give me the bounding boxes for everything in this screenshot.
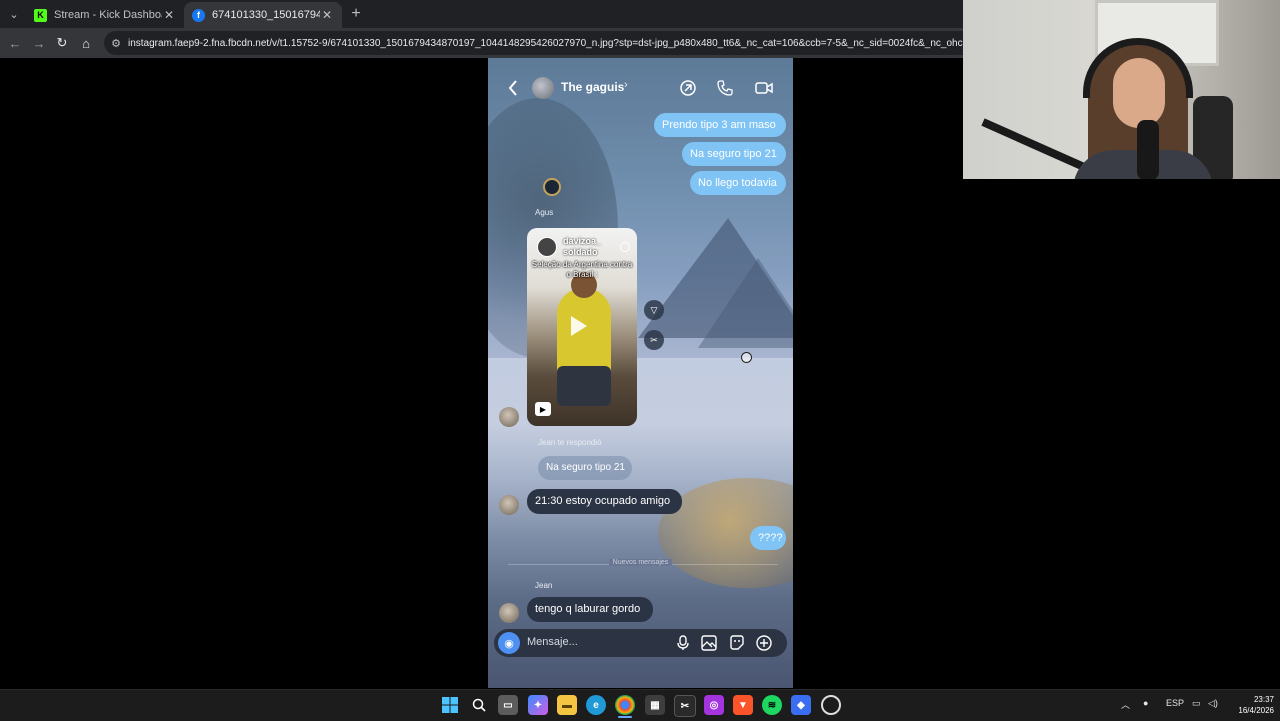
- active-app-indicator: [618, 716, 632, 718]
- microphone-icon[interactable]: ●: [1143, 698, 1148, 708]
- message-composer: ◉ Mensaje...: [494, 629, 787, 657]
- more-options-icon: [620, 242, 630, 252]
- camera-icon[interactable]: ◉: [498, 632, 520, 654]
- edge-icon[interactable]: e: [586, 695, 606, 715]
- outgoing-message[interactable]: ????: [750, 526, 786, 550]
- new-tab-button[interactable]: +: [346, 4, 366, 24]
- tab-image[interactable]: f 674101330_150167943487019 ✕: [184, 2, 342, 28]
- close-icon[interactable]: ✕: [320, 8, 334, 22]
- clock-date: 16/4/2026: [1238, 706, 1274, 715]
- tab-title: Stream - Kick Dashboard: [54, 9, 162, 21]
- file-explorer-icon[interactable]: ▬: [557, 695, 577, 715]
- reel-icon: ▶: [535, 402, 551, 416]
- outgoing-message[interactable]: Na seguro tipo 21: [682, 142, 786, 166]
- browser-toolbar: ← → ↻ ⌂ ⚙ instagram.faep9-2.fna.fbcdn.ne…: [0, 28, 963, 58]
- zoom-cursor-icon: [741, 352, 752, 363]
- tab-kick-dashboard[interactable]: K Stream - Kick Dashboard ✕: [26, 2, 184, 28]
- clock-time: 23:37: [1253, 695, 1274, 704]
- copilot-icon[interactable]: ✦: [528, 695, 548, 715]
- forward-arrow-icon[interactable]: →: [29, 33, 49, 53]
- outgoing-message[interactable]: Prendo tipo 3 am maso: [654, 113, 786, 137]
- microphone: [1137, 120, 1159, 179]
- kick-icon: K: [34, 8, 47, 22]
- webcam-overlay: [963, 0, 1280, 179]
- video-call-icon[interactable]: [751, 74, 777, 102]
- mic-arm: [981, 118, 1095, 175]
- incoming-message[interactable]: tengo q laburar gordo: [527, 597, 653, 622]
- background-art: [543, 178, 561, 196]
- message-input[interactable]: Mensaje...: [527, 636, 578, 648]
- obs-icon[interactable]: [821, 695, 841, 715]
- sender-name: Jean: [535, 581, 553, 590]
- spotify-icon[interactable]: ≋: [762, 695, 782, 715]
- sender-name: Agus: [535, 208, 554, 217]
- microphone-icon[interactable]: [672, 632, 694, 654]
- task-view-icon[interactable]: ▭: [498, 695, 518, 715]
- clock[interactable]: 23:37 16/4/2026: [1222, 694, 1274, 716]
- avatar: [499, 407, 519, 427]
- site-info-icon[interactable]: ⚙: [104, 37, 128, 50]
- outgoing-message[interactable]: No llego todavia: [690, 171, 786, 195]
- new-messages-label: Nuevos mensajes: [488, 559, 793, 566]
- shared-reel[interactable]: davizoa_ soldado Seleção da Argentina co…: [527, 228, 637, 426]
- avatar: [499, 495, 519, 515]
- instagram-dm-screenshot: The gaguis › Prendo tipo 3 am maso Na se…: [488, 58, 793, 688]
- play-icon[interactable]: [571, 316, 587, 336]
- volume-icon[interactable]: ◁): [1208, 698, 1218, 709]
- app-icon[interactable]: ◆: [791, 695, 811, 715]
- back-chevron-icon[interactable]: [500, 74, 526, 102]
- facebook-icon: f: [192, 8, 205, 22]
- tab-search-chevron-icon[interactable]: ⌄: [4, 4, 24, 24]
- windows-start-icon[interactable]: [440, 695, 460, 715]
- avatar[interactable]: [532, 77, 554, 99]
- search-icon[interactable]: [469, 695, 489, 715]
- remix-icon[interactable]: ✂: [644, 330, 664, 350]
- background-art: [698, 258, 793, 348]
- browser-tabstrip: ⌄ K Stream - Kick Dashboard ✕ f 67410133…: [0, 0, 963, 28]
- close-icon[interactable]: ✕: [162, 8, 176, 22]
- quoted-message[interactable]: Na seguro tipo 21: [538, 456, 632, 480]
- twitch-studio-icon[interactable]: ◎: [704, 695, 724, 715]
- brave-icon[interactable]: ▼: [733, 695, 753, 715]
- language-indicator[interactable]: ESP: [1166, 698, 1184, 708]
- reload-icon[interactable]: ↻: [52, 33, 72, 53]
- reel-thumbnail: [557, 366, 611, 406]
- sticker-icon[interactable]: [726, 632, 748, 654]
- chevron-right-icon: ›: [624, 79, 628, 91]
- capcut-icon[interactable]: ✂: [674, 695, 696, 717]
- link-icon[interactable]: [675, 74, 701, 102]
- incoming-message[interactable]: 21:30 estoy ocupado amigo: [527, 489, 682, 514]
- gallery-icon[interactable]: [698, 632, 720, 654]
- share-icon[interactable]: ▽: [644, 300, 664, 320]
- store-icon[interactable]: ▦: [645, 695, 665, 715]
- avatar: [499, 603, 519, 623]
- home-icon[interactable]: ⌂: [76, 33, 96, 53]
- reel-caption: Seleção da Argentina contra o Brasil :: [531, 260, 633, 279]
- tray-chevron-icon[interactable]: ︿: [1121, 698, 1130, 711]
- tab-title: 674101330_150167943487019: [212, 9, 320, 21]
- add-icon[interactable]: [753, 632, 775, 654]
- network-icon[interactable]: ▭: [1192, 698, 1201, 709]
- new-messages-text: Nuevos mensajes: [608, 559, 673, 566]
- address-bar[interactable]: ⚙ instagram.faep9-2.fna.fbcdn.net/v/t1.1…: [104, 31, 963, 55]
- reply-label: Jean te respondió: [538, 438, 602, 447]
- avatar: [537, 237, 557, 257]
- chat-header: The gaguis ›: [488, 74, 793, 102]
- url-text: instagram.faep9-2.fna.fbcdn.net/v/t1.157…: [128, 37, 963, 49]
- back-arrow-icon[interactable]: ←: [5, 33, 25, 53]
- phone-icon[interactable]: [712, 74, 738, 102]
- contact-name[interactable]: The gaguis: [561, 80, 624, 94]
- chrome-icon[interactable]: [615, 695, 635, 715]
- taskbar: ▭ ✦ ▬ e ▦ ✂ ◎ ▼ ≋ ◆ ︿ ● ESP ▭ ◁) 23:37 1…: [0, 689, 1280, 721]
